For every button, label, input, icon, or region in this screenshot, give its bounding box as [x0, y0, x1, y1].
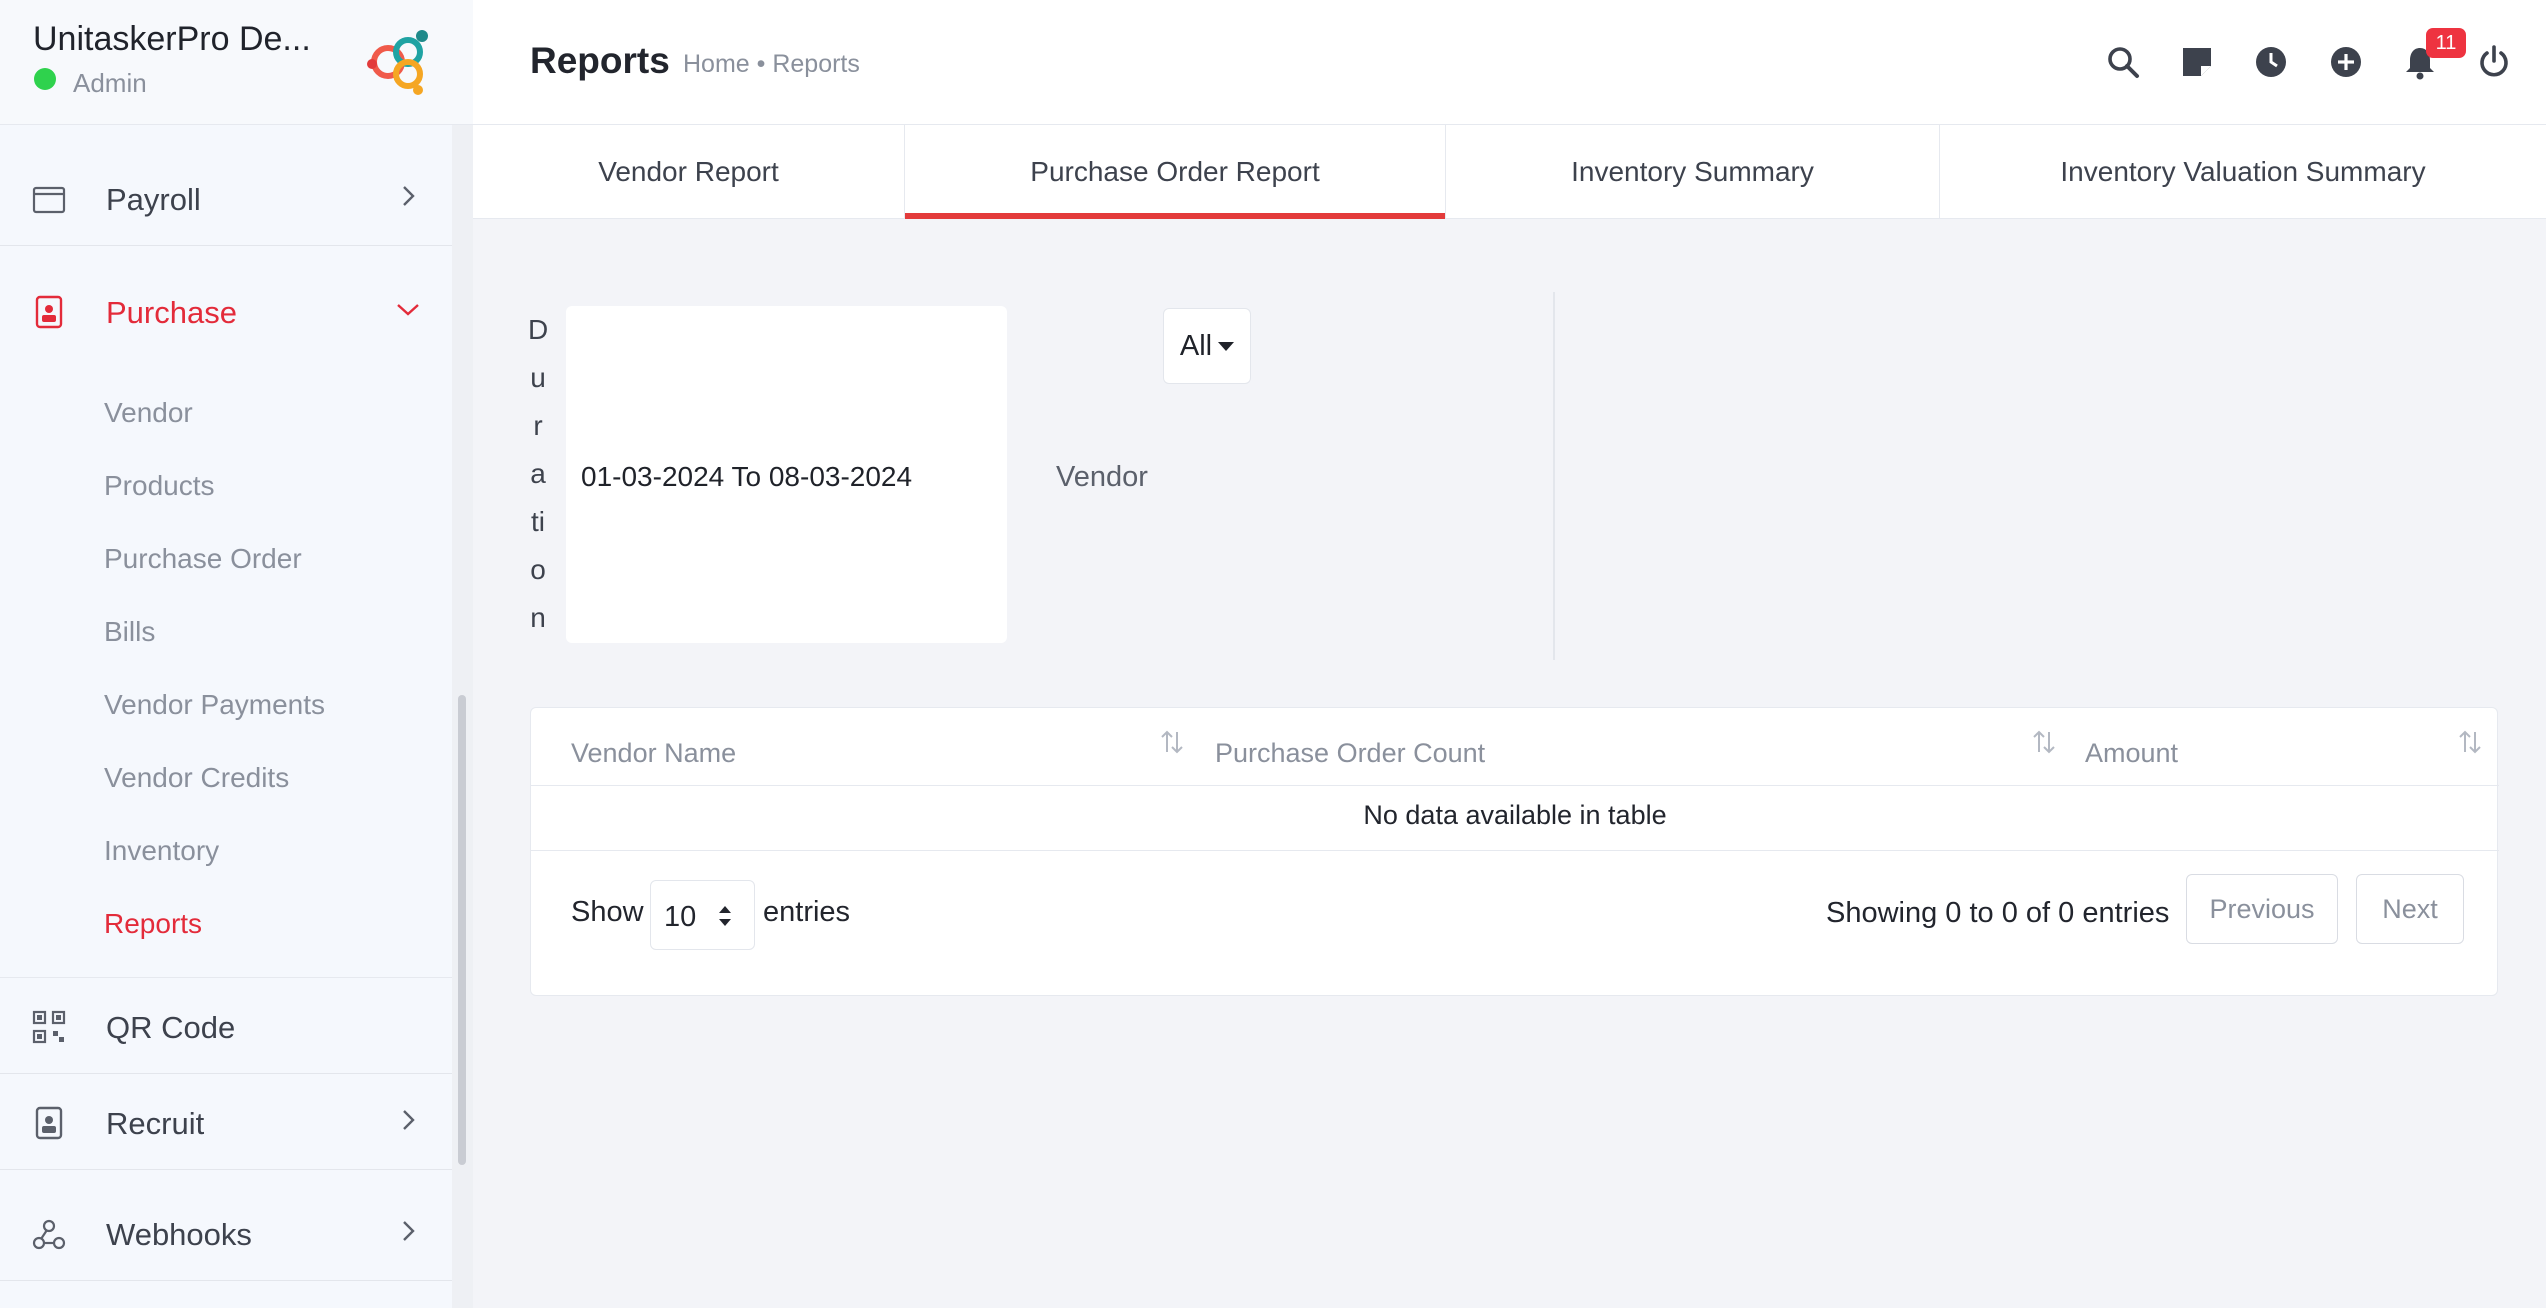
sidebar-subitem-vendor-payments[interactable]: Vendor Payments [104, 689, 325, 721]
date-range-value: 01-03-2024 To 08-03-2024 [581, 461, 913, 492]
sidebar-item-label: Purchase [106, 295, 237, 330]
search-icon[interactable] [2105, 44, 2141, 80]
chevron-down-icon [397, 304, 419, 316]
filter-divider [1553, 292, 1555, 660]
duration-letter: u [530, 362, 546, 393]
duration-letter: D [528, 314, 549, 345]
duration-letter: ti [531, 506, 545, 537]
vendor-filter-label: Vendor [1056, 461, 1148, 493]
purchase-order-report-table: Vendor Name Purchase Order Count Amount … [530, 707, 2499, 996]
company-name[interactable]: UnitaskerPro De... [33, 20, 311, 59]
report-tabs: Vendor Report Purchase Order Report Inve… [473, 125, 2546, 219]
tab-label: Inventory Valuation Summary [2060, 156, 2426, 187]
sidebar-scrollbar-thumb[interactable] [458, 695, 466, 1165]
sidebar-item-label: QR Code [106, 1010, 236, 1045]
qr-code-icon [32, 1010, 66, 1044]
previous-page-button[interactable]: Previous [2186, 874, 2338, 944]
duration-letter: n [530, 602, 546, 633]
brand-header: UnitaskerPro De... Admin [0, 0, 473, 125]
column-header-amount[interactable]: Amount [2085, 738, 2178, 769]
sidebar-item-payroll[interactable]: Payroll [0, 150, 452, 246]
duration-letter: a [530, 458, 546, 489]
next-page-button[interactable]: Next [2356, 874, 2464, 944]
sidebar-subitem-purchase-order[interactable]: Purchase Order [104, 543, 302, 575]
tab-label: Vendor Report [598, 156, 779, 187]
column-header-purchase-order-count[interactable]: Purchase Order Count [1215, 738, 1485, 769]
table-row-divider [531, 850, 2499, 851]
duration-letter: r [533, 410, 543, 441]
column-header-vendor-name[interactable]: Vendor Name [571, 738, 736, 769]
sort-icon[interactable] [2457, 728, 2483, 758]
duration-letter: o [530, 554, 546, 585]
purchase-icon [35, 295, 63, 329]
chevron-right-icon [403, 1221, 415, 1241]
wallet-icon [32, 186, 66, 214]
sidebar-subitem-bills[interactable]: Bills [104, 616, 155, 648]
sidebar-item-purchase[interactable]: Purchase [0, 263, 452, 359]
table-empty-message: No data available in table [1363, 800, 1667, 830]
add-icon[interactable] [2328, 44, 2364, 80]
app-logo-icon[interactable] [364, 26, 436, 98]
notification-badge: 11 [2426, 28, 2466, 58]
tab-vendor-report[interactable]: Vendor Report [473, 125, 905, 219]
caret-down-icon [1218, 341, 1235, 351]
sidebar-subitem-vendor-credits[interactable]: Vendor Credits [104, 762, 289, 794]
sort-icon[interactable] [2031, 728, 2057, 758]
sort-icon[interactable] [1159, 728, 1185, 758]
sidebar-item-label: Recruit [106, 1106, 205, 1141]
page-title: Reports [530, 40, 670, 81]
table-header-divider [531, 785, 2499, 786]
duration-label: D u r a ti o n [528, 306, 548, 642]
sidebar: UnitaskerPro De... Admin Payroll Purchas… [0, 0, 473, 1308]
chevron-right-icon [403, 186, 415, 206]
page-size-select[interactable]: 10 [650, 880, 755, 950]
sidebar-item-webhooks[interactable]: Webhooks [0, 1185, 452, 1281]
tab-inventory-summary[interactable]: Inventory Summary [1446, 125, 1940, 219]
clock-icon[interactable] [2253, 44, 2289, 80]
date-range-input[interactable]: 01-03-2024 To 08-03-2024 [566, 306, 1007, 643]
sidebar-menu: Payroll Purchase Vendor Products Purchas… [0, 125, 452, 1308]
page-size-value: 10 [664, 901, 697, 933]
recruit-icon [35, 1106, 63, 1140]
note-icon[interactable] [2179, 44, 2215, 80]
sidebar-item-label: Webhooks [106, 1217, 252, 1252]
show-label: Show [571, 896, 644, 928]
vendor-dropdown-value: All [1179, 329, 1213, 362]
sidebar-subitem-reports[interactable]: Reports [104, 908, 202, 940]
sidebar-item-recruit[interactable]: Recruit [0, 1074, 452, 1170]
table-info: Showing 0 to 0 of 0 entries [1826, 897, 2170, 929]
tab-purchase-order-report[interactable]: Purchase Order Report [905, 125, 1446, 219]
sidebar-item-label: Payroll [106, 182, 201, 217]
select-arrows-icon [719, 906, 731, 926]
breadcrumb[interactable]: Home • Reports [683, 50, 860, 79]
sidebar-subitem-inventory[interactable]: Inventory [104, 835, 219, 867]
power-icon[interactable] [2476, 44, 2512, 80]
sidebar-item-qr-code[interactable]: QR Code [0, 978, 452, 1074]
sidebar-subitem-vendor[interactable]: Vendor [104, 397, 193, 429]
tab-label: Inventory Summary [1571, 156, 1814, 187]
sidebar-subitem-products[interactable]: Products [104, 470, 215, 502]
webhooks-icon [32, 1219, 66, 1250]
top-header: Reports Home • Reports 11 [473, 0, 2546, 125]
online-status-dot [34, 68, 56, 90]
user-role: Admin [73, 68, 147, 98]
chevron-right-icon [403, 1110, 415, 1130]
vendor-dropdown[interactable]: All [1163, 308, 1251, 384]
tab-label: Purchase Order Report [1030, 156, 1320, 187]
entries-label: entries [763, 896, 851, 928]
tab-inventory-valuation-summary[interactable]: Inventory Valuation Summary [1940, 125, 2546, 219]
